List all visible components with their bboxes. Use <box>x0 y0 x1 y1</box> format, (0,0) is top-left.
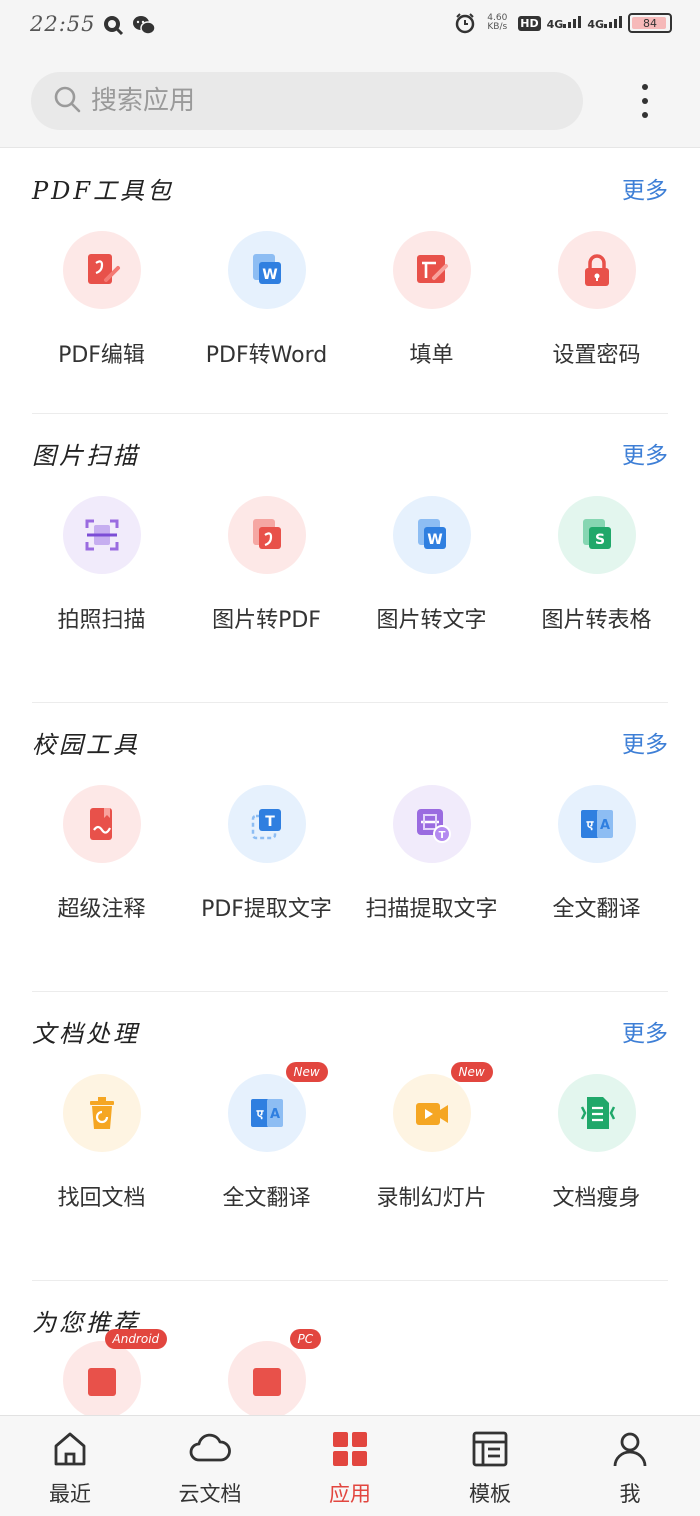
more-options-icon[interactable] <box>630 80 660 122</box>
alarm-icon <box>454 12 476 34</box>
app-set-password[interactable]: 设置密码 <box>514 231 679 369</box>
recommend-app-icon: PC <box>227 1329 322 1415</box>
translate-icon: एA <box>557 785 636 863</box>
pdf-to-word-icon: W <box>227 231 306 309</box>
lock-icon <box>557 231 636 309</box>
svg-text:T: T <box>265 814 275 830</box>
pdf-edit-icon <box>62 231 141 309</box>
clock: 22:55 <box>30 12 96 36</box>
cloud-icon <box>189 1430 231 1472</box>
section-title: 校园工具 <box>32 731 140 759</box>
section-title: 图片扫描 <box>32 442 140 470</box>
signal-icon-1: 4G <box>547 15 582 31</box>
section-campus-tools: 校园工具 更多 超级注释 T PDF提取文字 T 扫描提取文字 ए A 全文翻译 <box>32 703 668 992</box>
section-pdf-toolkit: PDF工具包 更多 PDF编辑 W PDF转Word 填单 设置密码 <box>32 149 668 414</box>
qq-icon <box>102 14 124 36</box>
search-header <box>0 52 700 148</box>
image-to-pdf-icon <box>227 496 306 574</box>
translate-icon: एA New <box>227 1062 328 1152</box>
svg-text:A: A <box>269 1107 279 1122</box>
tab-me[interactable]: 我 <box>560 1416 700 1516</box>
section-image-scan: 图片扫描 更多 拍照扫描 图片转PDF W 图片转文字 S 图片转表格 <box>32 414 668 703</box>
search-input[interactable] <box>91 86 531 116</box>
app-image-to-pdf[interactable]: 图片转PDF <box>184 496 349 634</box>
pdf-extract-text-icon: T <box>227 785 306 863</box>
signal-icon-2: 4G <box>587 15 622 31</box>
more-link[interactable]: 更多 <box>622 171 668 205</box>
recover-document-icon <box>62 1074 141 1152</box>
svg-text:T: T <box>438 830 445 841</box>
battery-icon: 84 <box>628 13 672 33</box>
svg-text:W: W <box>427 532 442 548</box>
app-scan-extract-text[interactable]: T 扫描提取文字 <box>349 785 514 923</box>
app-recover-document[interactable]: 找回文档 <box>19 1074 184 1212</box>
scan-extract-text-icon: T <box>392 785 471 863</box>
scan-icon <box>62 496 141 574</box>
tab-apps[interactable]: 应用 <box>280 1416 420 1516</box>
app-pdf-edit[interactable]: PDF编辑 <box>19 231 184 369</box>
section-document-processing: 文档处理 更多 找回文档 एA New 全文翻译 New 录制幻灯片 文档瘦身 <box>32 992 668 1281</box>
android-badge: Android <box>104 1329 168 1349</box>
app-record-slides[interactable]: New 录制幻灯片 <box>349 1062 514 1212</box>
svg-text:A: A <box>599 818 609 833</box>
status-bar: 22:55 4.60 KB/s HD 4G 4G 84 <box>0 0 700 52</box>
image-to-text-icon: W <box>392 496 471 574</box>
section-recommend: 为您推荐 Android PC <box>32 1281 668 1415</box>
app-pdf-extract-text[interactable]: T PDF提取文字 <box>184 785 349 923</box>
app-image-to-sheet[interactable]: S 图片转表格 <box>514 496 679 634</box>
wechat-icon <box>132 14 156 36</box>
app-image-to-text[interactable]: W 图片转文字 <box>349 496 514 634</box>
recommend-app-icon: Android <box>62 1329 168 1415</box>
recommend-item-pc[interactable]: PC <box>184 1329 349 1415</box>
net-speed: 4.60 KB/s <box>487 13 508 32</box>
more-link[interactable]: 更多 <box>622 1014 668 1048</box>
apps-grid-icon <box>331 1430 369 1472</box>
app-pdf-to-word[interactable]: W PDF转Word <box>184 231 349 369</box>
fill-form-icon <box>392 231 471 309</box>
section-title: 文档处理 <box>32 1020 140 1048</box>
record-slides-icon: New <box>392 1062 493 1152</box>
app-translate[interactable]: एA 全文翻译 <box>514 785 679 923</box>
apps-content: PDF工具包 更多 PDF编辑 W PDF转Word 填单 设置密码 图片扫描 … <box>0 149 700 1415</box>
new-badge: New <box>285 1062 328 1082</box>
app-slim-document[interactable]: 文档瘦身 <box>514 1074 679 1212</box>
pc-badge: PC <box>289 1329 322 1349</box>
tab-recent[interactable]: 最近 <box>0 1416 140 1516</box>
app-photo-scan[interactable]: 拍照扫描 <box>19 496 184 634</box>
more-link[interactable]: 更多 <box>622 436 668 470</box>
search-icon <box>53 85 81 117</box>
tab-templates[interactable]: 模板 <box>420 1416 560 1516</box>
tab-cloud-docs[interactable]: 云文档 <box>140 1416 280 1516</box>
search-bar[interactable] <box>31 72 583 130</box>
image-to-sheet-icon: S <box>557 496 636 574</box>
more-link[interactable]: 更多 <box>622 725 668 759</box>
section-title: PDF工具包 <box>32 177 175 205</box>
template-icon <box>471 1430 509 1472</box>
svg-text:S: S <box>594 532 604 548</box>
app-fill-form[interactable]: 填单 <box>349 231 514 369</box>
recommend-item-android[interactable]: Android <box>19 1329 184 1415</box>
svg-text:W: W <box>262 267 277 283</box>
home-icon <box>52 1430 88 1472</box>
app-super-annotation[interactable]: 超级注释 <box>19 785 184 923</box>
user-icon <box>611 1430 649 1472</box>
bottom-tab-bar: 最近 云文档 应用 模板 我 <box>0 1415 700 1516</box>
annotation-icon <box>62 785 141 863</box>
new-badge: New <box>450 1062 493 1082</box>
slim-document-icon <box>557 1074 636 1152</box>
hd-icon: HD <box>518 15 541 31</box>
app-translate-new[interactable]: एA New 全文翻译 <box>184 1062 349 1212</box>
